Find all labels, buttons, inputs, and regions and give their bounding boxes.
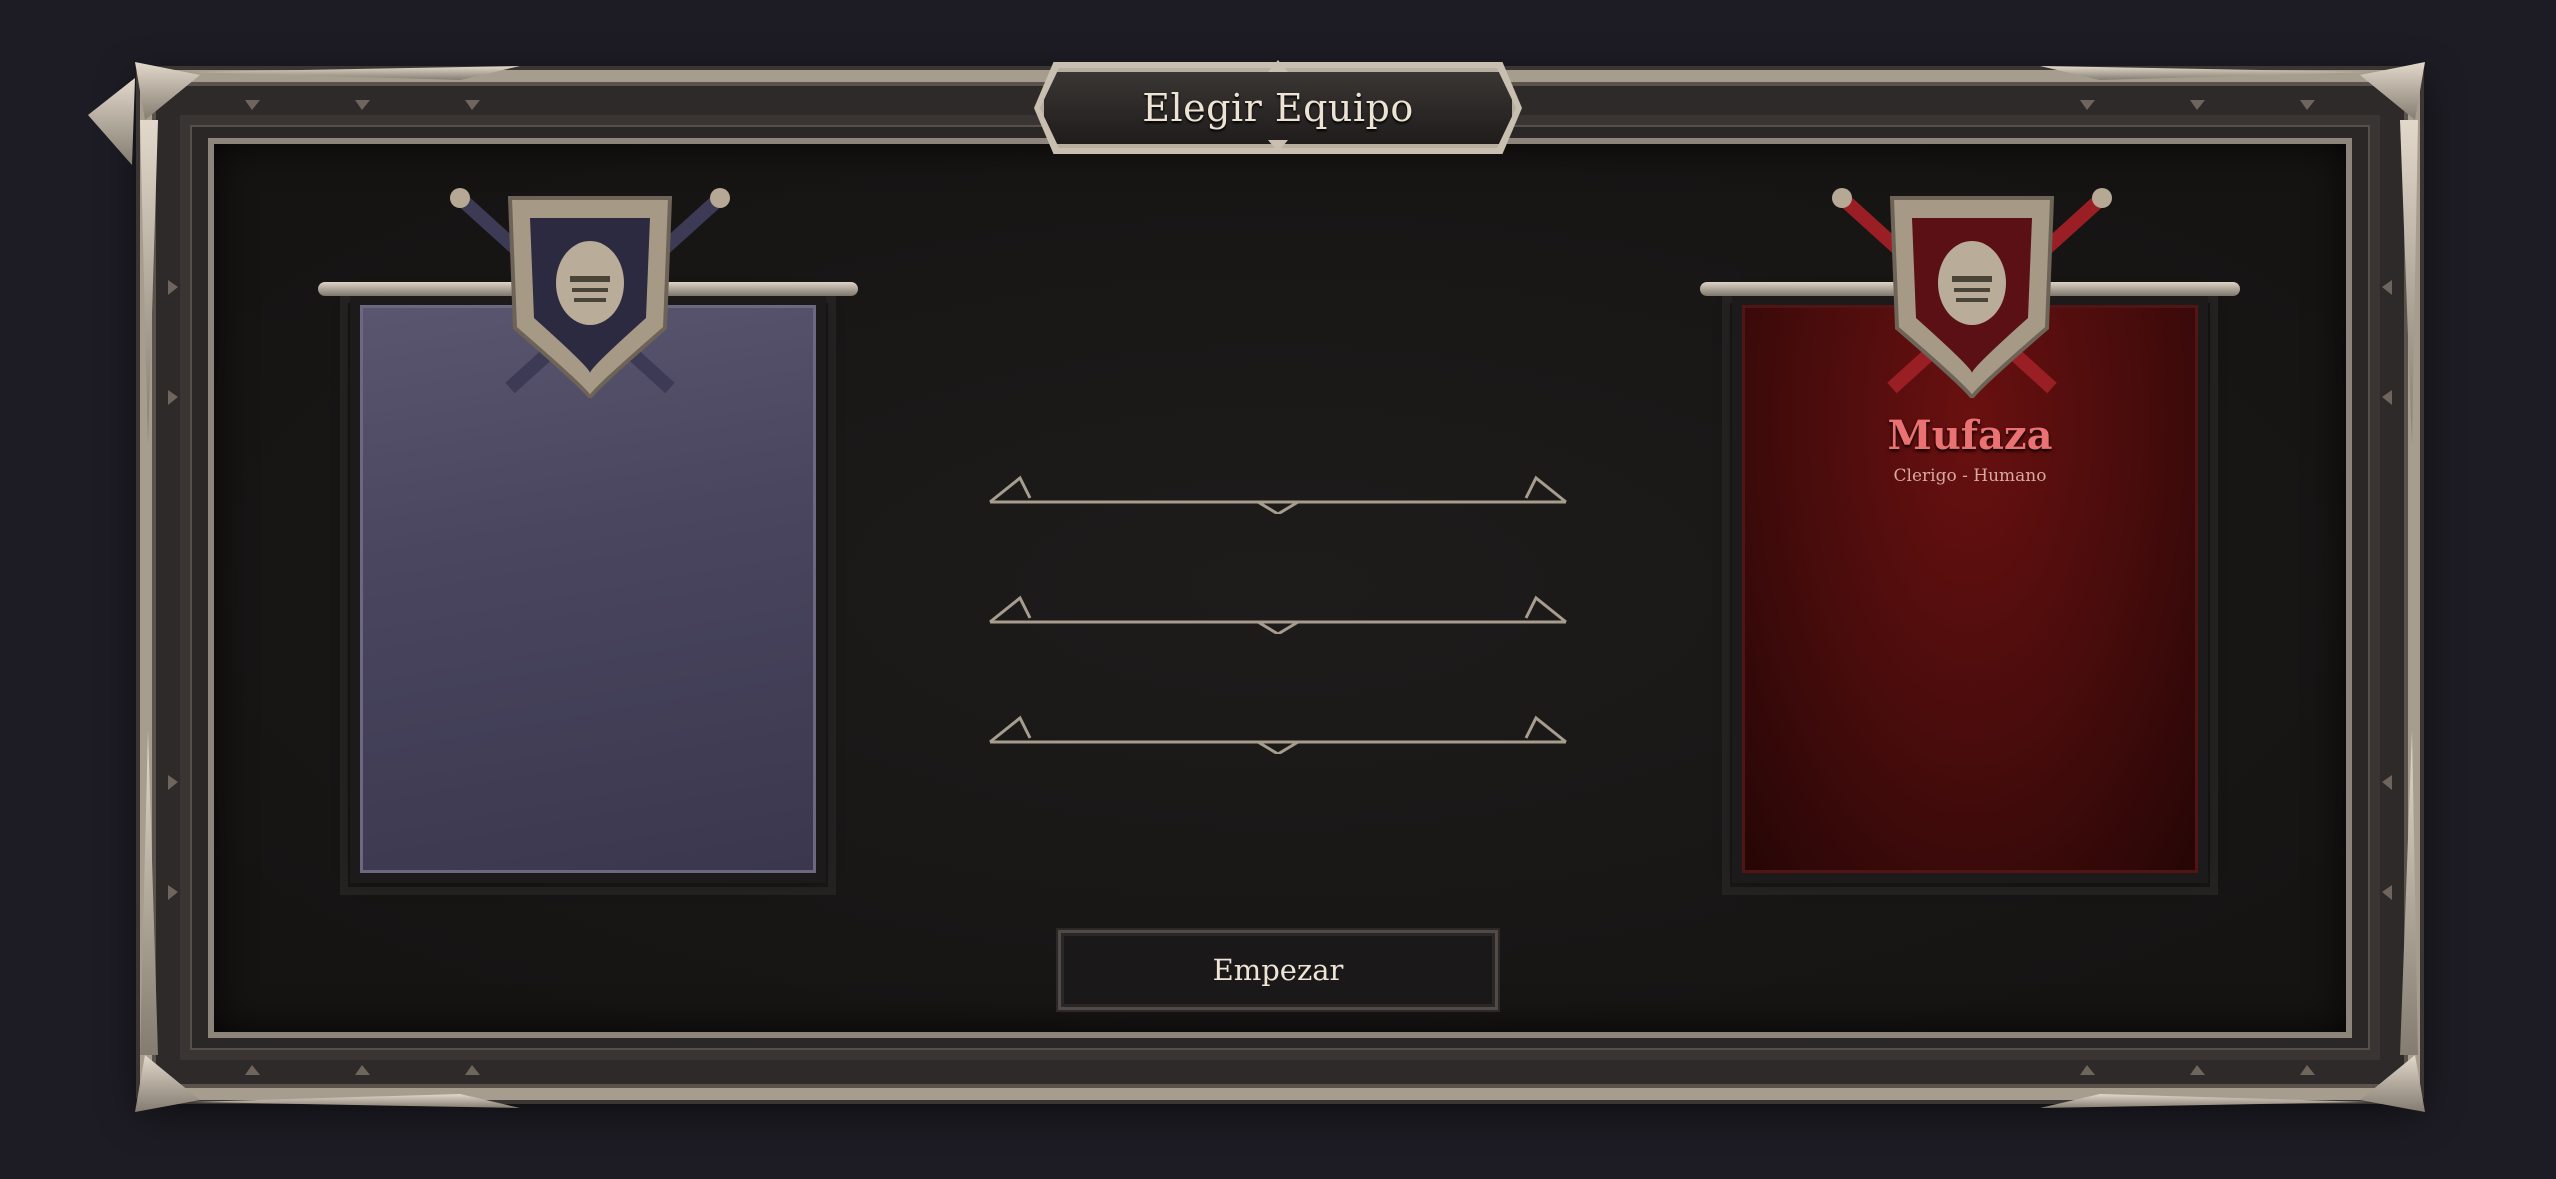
- corner-spike-bottom-left: [135, 1055, 200, 1112]
- corner-spike-top-right-side: [2400, 120, 2418, 445]
- blue-team-crest-icon: [450, 188, 730, 399]
- start-button[interactable]: Empezar: [1058, 930, 1498, 1010]
- red-team-player-name: Mufaza: [1887, 412, 2053, 459]
- corner-rail-bottom-left: [190, 1094, 520, 1108]
- team-select-screen: Elegir Equipo Mufaza Clerigo - Humano Em…: [0, 0, 2556, 1179]
- corner-spike-top-left-wing: [88, 78, 135, 165]
- title-plaque-ornament: [1268, 60, 1288, 152]
- red-team-crest-icon: [1832, 188, 2112, 399]
- divider-ornament-1: [989, 475, 1567, 514]
- corner-spike-bottom-right: [2360, 1055, 2425, 1112]
- divider-ornament-2: [989, 595, 1567, 634]
- corner-spike-bottom-left-side: [140, 730, 158, 1055]
- corner-spike-bottom-right-side: [2400, 730, 2418, 1055]
- red-team-player-class: Clerigo - Humano: [1893, 466, 2047, 486]
- corner-rail-top-right: [2040, 66, 2370, 80]
- divider-ornament-3: [989, 715, 1567, 754]
- corner-spike-top-left-side: [140, 120, 158, 445]
- corner-rail-bottom-right: [2040, 1094, 2370, 1108]
- corner-spike-top-right: [2360, 62, 2425, 120]
- corner-spike-top-left: [135, 62, 200, 120]
- corner-rail-top-left: [190, 66, 520, 80]
